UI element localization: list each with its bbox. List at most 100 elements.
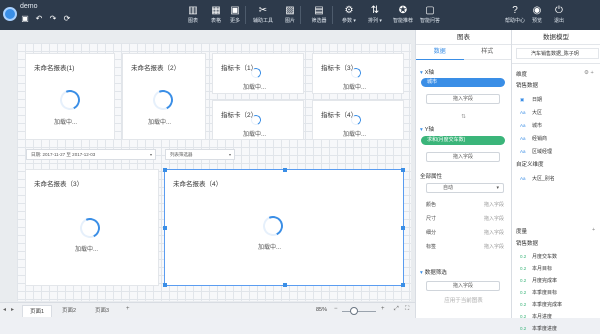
apply-filter-link[interactable]: 应用于当前图表 (416, 296, 511, 304)
param-label: 参数 ▾ (342, 18, 356, 24)
preview-button[interactable]: ◉ 预览 (526, 4, 548, 28)
filter-button[interactable]: ▤ 筛选器 (308, 4, 330, 28)
field-name: 大区 (532, 110, 543, 116)
measure-field[interactable]: 0.2 本月进度 (512, 312, 600, 322)
kpi-card-1[interactable]: 指标卡（1） 加载中... (212, 53, 304, 94)
help-icon: ? (512, 5, 518, 16)
kpi-card-3[interactable]: 指标卡（3） 加载中... (312, 53, 404, 94)
loading-text: 加载中... (258, 245, 282, 251)
x-axis-field[interactable]: 城市 (421, 78, 505, 87)
property-drop-zone[interactable]: 拖入字段 (484, 200, 504, 210)
chart-type-select[interactable]: 自动 ▾ (426, 183, 504, 193)
number-field-icon: 0.2 (520, 302, 527, 307)
filter-drop-zone[interactable]: 拖入字段 (426, 281, 500, 291)
property-name: 标签 (426, 244, 437, 250)
measure-field[interactable]: 0.2 月度交车数 (512, 252, 600, 262)
field-name: 本月目标 (532, 266, 553, 272)
dimension-group[interactable]: 自定义维度 (512, 160, 600, 170)
refresh-icon[interactable]: ⟳ (62, 14, 72, 24)
measure-field[interactable]: 0.2 月度完成率 (512, 276, 600, 286)
report-card-2[interactable]: 未命名报表（2） 加载中... (122, 53, 206, 140)
measure-field[interactable]: 0.2 本季度进度 (512, 324, 600, 334)
measure-group[interactable]: 销售数据 (512, 239, 600, 249)
settings-icon[interactable]: ⚙ + (584, 70, 594, 76)
property-row[interactable]: 颜色 拖入字段 (426, 200, 504, 210)
chart-label: 图表 (187, 18, 198, 24)
resize-handle[interactable] (401, 168, 405, 172)
sort-button[interactable]: ⇅ 排列 ▾ (364, 4, 386, 28)
list-filter[interactable]: 列表筛选器 ▾ (165, 149, 235, 160)
qa-button[interactable]: ▢ 智能问答 (419, 4, 441, 28)
loading-spinner-icon (349, 66, 363, 80)
data-source-select[interactable]: 汽车销售数据_陈子玥 (516, 48, 599, 59)
kpi-card-4[interactable]: 指标卡（4） 加载中... (312, 100, 404, 140)
resize-handle[interactable] (401, 226, 405, 230)
loading-spinner-icon (57, 87, 83, 113)
resize-handle[interactable] (163, 226, 167, 230)
page-tab[interactable]: 页面2 (55, 305, 83, 317)
dimension-field[interactable]: ▣ 日期 (512, 95, 600, 105)
zoom-slider[interactable] (342, 311, 376, 312)
redo-icon[interactable]: ↷ (48, 14, 58, 24)
card-title: 未命名报表（3） (34, 181, 84, 188)
wrench-icon: ✂ (258, 5, 268, 16)
help-button[interactable]: ? 帮助中心 (504, 4, 526, 28)
report-card-1[interactable]: 未命名报表(1) 加载中... (25, 53, 115, 140)
kpi-card-2[interactable]: 指标卡（2） 加载中... (212, 100, 304, 140)
field-name: 经销商 (532, 136, 548, 142)
property-drop-zone[interactable]: 拖入字段 (484, 228, 504, 238)
dimension-group[interactable]: 销售数据 (512, 81, 600, 91)
property-row[interactable]: 标签 拖入字段 (426, 242, 504, 252)
report-card-4[interactable]: 未命名报表（4） 加载中... (163, 168, 405, 287)
dimension-field[interactable]: Aa 大区_别名 (512, 174, 600, 184)
zoom-out-icon[interactable]: − (334, 306, 338, 312)
report-card-3[interactable]: 未命名报表（3） 加载中... (25, 169, 159, 286)
resize-handle[interactable] (283, 168, 287, 172)
page-tab[interactable]: 页面1 (22, 305, 53, 317)
tab-style[interactable]: 样式 (464, 45, 512, 60)
add-measure-icon[interactable]: + (592, 227, 595, 233)
preview-label: 预览 (531, 18, 542, 24)
resize-handle[interactable] (163, 168, 167, 172)
fit-screen-icon[interactable]: ⤢ (394, 306, 399, 313)
dimension-field[interactable]: Aa 区域经理 (512, 147, 600, 157)
page-tab[interactable]: 页面3 (88, 305, 116, 317)
exit-button[interactable]: ⏻ 退出 (548, 4, 570, 28)
dimension-field[interactable]: Aa 经销商 (512, 134, 600, 144)
measure-field[interactable]: 0.2 本季度完成率 (512, 300, 600, 310)
undo-icon[interactable]: ↶ (34, 14, 44, 24)
chevron-down-icon: ▾ (149, 152, 152, 157)
property-row[interactable]: 细分 拖入字段 (426, 228, 504, 238)
date-filter-value: 日期: 2017-11-27 至 2017-12-03 (31, 152, 96, 157)
prev-page-icon[interactable]: ◂ (3, 306, 6, 313)
measure-field[interactable]: 0.2 本月目标 (512, 264, 600, 274)
next-page-icon[interactable]: ▸ (11, 306, 14, 313)
zoom-slider-handle[interactable] (350, 307, 358, 315)
x-axis-drop-zone[interactable]: 拖入字段 (426, 94, 500, 104)
dimension-field[interactable]: Aa 城市 (512, 121, 600, 131)
image-button[interactable]: ▨ 图片 (279, 4, 301, 28)
more-button[interactable]: ▣ 更多 (224, 4, 246, 28)
property-drop-zone[interactable]: 拖入字段 (484, 214, 504, 224)
fullscreen-icon[interactable]: ⛶ (405, 306, 409, 313)
y-axis-field[interactable]: 求和(月度交车数) (421, 136, 505, 145)
resize-handle[interactable] (401, 283, 405, 287)
param-button[interactable]: ⚙ 参数 ▾ (338, 4, 360, 28)
zoom-in-icon[interactable]: + (381, 306, 385, 312)
measure-field[interactable]: 0.2 本季度目标 (512, 288, 600, 298)
tab-data[interactable]: 数据 (416, 45, 464, 60)
property-row[interactable]: 尺寸 拖入字段 (426, 214, 504, 224)
chart-button[interactable]: ▥ 图表 (182, 4, 204, 28)
smart-button[interactable]: ✪ 智能推荐 (392, 4, 414, 28)
resize-handle[interactable] (283, 283, 287, 287)
tools-button[interactable]: ✂ 辅助工具 (252, 4, 274, 28)
add-page-button[interactable]: + (126, 306, 130, 312)
y-axis-drop-zone[interactable]: 拖入字段 (426, 152, 500, 162)
app-title: demo (20, 3, 38, 10)
dimension-field[interactable]: Aa 大区 (512, 108, 600, 118)
property-drop-zone[interactable]: 拖入字段 (484, 242, 504, 252)
save-icon[interactable]: ▣ (20, 14, 30, 24)
resize-handle[interactable] (163, 283, 167, 287)
date-filter[interactable]: 日期: 2017-11-27 至 2017-12-03 ▾ (26, 149, 156, 160)
swap-axes-icon[interactable]: ⇅ (416, 114, 511, 120)
